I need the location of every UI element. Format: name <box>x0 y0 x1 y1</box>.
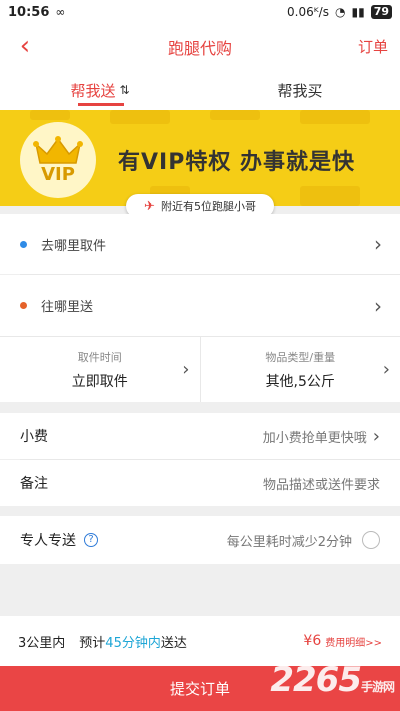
dedicated-delivery-radio[interactable] <box>362 531 380 549</box>
distance-text: 3公里内 <box>18 635 66 651</box>
fee-detail-link[interactable]: 费用明细>> <box>325 634 382 649</box>
item-type-label: 物品类型/重量 <box>265 350 336 364</box>
pickup-address-row[interactable]: 去哪里取件 › <box>0 214 400 274</box>
pickup-time-value: 立即取件 <box>71 373 128 390</box>
watermark-logo: 2265手游网 <box>270 660 395 700</box>
tab-buy-for-me[interactable]: 帮我买 <box>200 70 400 110</box>
wifi-icon: ◔ <box>334 5 346 19</box>
vip-label: VIP <box>41 163 75 185</box>
order-summary: 3公里内 预计 45分钟内 送达 ¥6 费用明细>> <box>0 616 400 666</box>
swap-icon: ⇅ <box>119 83 130 97</box>
item-type-selector[interactable]: 物品类型/重量 其他,5公斤 › <box>199 337 400 402</box>
nearby-runners-text: 附近有5位跑腿小哥 <box>160 200 256 213</box>
eta-prefix: 预计 <box>79 635 106 651</box>
runner-icon: ✈ <box>144 198 155 214</box>
network-speed: 0.06ᴷ/s <box>287 5 329 19</box>
banner-slogan: 有VIP特权 办事就是快 <box>118 150 355 175</box>
dedicated-delivery-row: 专人专送 ? 每公里耗时减少2分钟 <box>0 516 400 564</box>
note-label: 备注 <box>20 476 48 492</box>
note-row[interactable]: 备注 物品描述或送件要求 <box>0 460 400 506</box>
dropoff-label: 往哪里送 <box>41 300 94 315</box>
pickup-dot <box>20 240 27 248</box>
help-icon[interactable]: ? <box>84 533 98 547</box>
note-input[interactable]: 物品描述或送件要求 <box>263 474 380 493</box>
battery-icon: 79 <box>370 5 392 19</box>
pickup-time-selector[interactable]: 取件时间 立即取件 › <box>0 337 200 402</box>
chevron-right-icon: › <box>374 232 382 256</box>
tip-label: 小费 <box>20 429 48 445</box>
chevron-right-icon: › <box>382 359 390 380</box>
tab-label: 帮我送 <box>70 81 116 100</box>
item-type-value: 其他,5公斤 <box>265 373 335 390</box>
orders-link[interactable]: 订单 <box>358 36 388 57</box>
dedicated-label: 专人专送 <box>20 533 76 549</box>
tab-label: 帮我买 <box>277 81 323 100</box>
page-title: 跑腿代购 <box>167 39 232 58</box>
vip-badge: VIP <box>20 122 96 198</box>
back-arrow-icon[interactable]: ‹ <box>10 32 40 62</box>
status-bar: 10:56 ∞ 0.06ᴷ/s ◔ ▮▮ 79 <box>0 0 400 24</box>
watermark-brand: 2265 <box>270 660 362 700</box>
chevron-right-icon: › <box>182 359 190 380</box>
tab-send-for-me[interactable]: 帮我送 ⇅ <box>0 70 200 110</box>
tab-bar: 帮我送 ⇅ 帮我买 <box>0 70 400 110</box>
eta-suffix: 送达 <box>160 635 187 651</box>
dropoff-dot <box>20 302 27 309</box>
watermark-suffix: 手游网 <box>360 680 395 694</box>
crown-icon <box>33 135 83 164</box>
chevron-right-icon: › <box>372 425 380 447</box>
price: ¥6 <box>303 633 322 649</box>
clock: 10:56 <box>8 4 50 20</box>
vip-banner[interactable]: VIP 有VIP特权 办事就是快 ✈ 附近有5位跑腿小哥 <box>0 110 400 218</box>
tip-row[interactable]: 小费 加小费抢单更快哦 › <box>0 413 400 459</box>
dropoff-address-row[interactable]: 往哪里送 › <box>0 275 400 336</box>
order-options-row: 取件时间 立即取件 › 物品类型/重量 其他,5公斤 › <box>0 336 400 402</box>
pickup-label: 去哪里取件 <box>41 238 107 254</box>
pickup-time-label: 取件时间 <box>77 350 122 364</box>
signal-icon: ▮▮ <box>351 5 365 19</box>
tip-hint: 加小费抢单更快哦 <box>262 430 367 446</box>
eta-value: 45分钟内 <box>105 635 161 651</box>
chevron-right-icon: › <box>374 293 382 318</box>
dedicated-hint: 每公里耗时减少2分钟 <box>226 534 352 550</box>
infinity-icon: ∞ <box>55 5 66 19</box>
nav-bar: ‹ 跑腿代购 订单 <box>0 24 400 70</box>
